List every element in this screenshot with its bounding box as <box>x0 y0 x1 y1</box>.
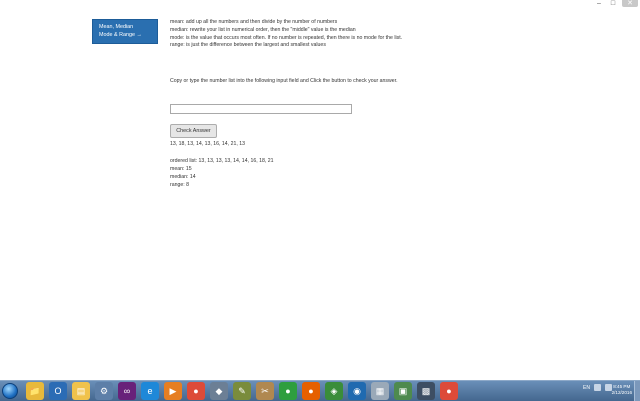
definitions: mean: add up all the numbers and then di… <box>170 19 470 50</box>
window-title-bar: – □ ✕ <box>0 0 640 10</box>
chrome-icon[interactable]: ● <box>187 382 205 400</box>
range-definition: range: is just the difference between th… <box>170 42 326 49</box>
terminal-icon[interactable]: ▣ <box>394 382 412 400</box>
close-icon[interactable]: ✕ <box>622 0 638 7</box>
outlook-icon[interactable]: O <box>49 382 67 400</box>
notepad-icon[interactable]: ▦ <box>371 382 389 400</box>
median-definition: median: rewrite your list in numerical o… <box>170 26 356 33</box>
taskbar-icons: 📁 O ▤ ⚙ ∞ e ▶ ● ◆ ✎ ✂ ● ● ◈ ◉ ▦ ▣ ▩ ● <box>26 382 458 400</box>
language-indicator[interactable]: EN <box>583 385 590 391</box>
minimize-icon[interactable]: – <box>594 0 604 7</box>
system-tray: EN <box>583 384 612 391</box>
range-result: range: 8 <box>170 182 190 188</box>
entered-numbers: 13, 18, 13, 14, 13, 16, 14, 21, 13 <box>170 141 245 147</box>
clock[interactable]: 8:45 PM 2/12/2016 <box>612 384 632 396</box>
nav-label-line1: Mean, Median <box>99 24 134 30</box>
mean-definition: mean: add up all the numbers and then di… <box>170 19 338 25</box>
maximize-icon[interactable]: □ <box>608 0 618 7</box>
chrome-icon-2[interactable]: ● <box>440 382 458 400</box>
ordered-list: ordered list: 13, 13, 13, 13, 14, 14, 16… <box>170 158 274 164</box>
arcgis-icon[interactable]: ◈ <box>325 382 343 400</box>
median-result: median: 14 <box>170 174 196 180</box>
tool-icon[interactable]: ✎ <box>233 382 251 400</box>
green-app-icon[interactable]: ● <box>279 382 297 400</box>
app-grid-icon[interactable]: ▩ <box>417 382 435 400</box>
globe-icon[interactable]: ◉ <box>348 382 366 400</box>
settings-icon[interactable]: ⚙ <box>95 382 113 400</box>
instructions: Copy or type the number list into the fo… <box>170 78 398 84</box>
check-answer-button[interactable]: Check Answer <box>170 124 217 138</box>
mean-result: mean: 15 <box>170 166 192 172</box>
folder-icon[interactable]: ▤ <box>72 382 90 400</box>
number-list-input[interactable] <box>170 104 352 114</box>
elephant-icon[interactable]: ◆ <box>210 382 228 400</box>
mode-definition: mode: is the value that occurs most ofte… <box>170 34 403 41</box>
network-icon[interactable] <box>594 384 601 391</box>
tools-icon[interactable]: ✂ <box>256 382 274 400</box>
taskbar: 📁 O ▤ ⚙ ∞ e ▶ ● ◆ ✎ ✂ ● ● ◈ ◉ ▦ ▣ ▩ ● EN 8:45 PM 2/12/2016 <box>0 380 640 401</box>
clock-date: 2/12/2016 <box>611 390 632 395</box>
window-controls: – □ ✕ <box>594 0 638 7</box>
start-button[interactable] <box>2 383 18 399</box>
media-player-icon[interactable]: ▶ <box>164 382 182 400</box>
windows-explorer-icon[interactable]: 📁 <box>26 382 44 400</box>
nav-label-line2: Mode & Range → <box>99 32 142 38</box>
nav-mean-median-mode-range[interactable]: Mean, Median Mode & Range → <box>92 19 158 44</box>
visual-studio-icon[interactable]: ∞ <box>118 382 136 400</box>
ie-icon[interactable]: e <box>141 382 159 400</box>
show-desktop-button[interactable] <box>634 381 640 401</box>
results: ordered list: 13, 13, 13, 13, 14, 14, 16… <box>170 157 274 189</box>
firefox-icon[interactable]: ● <box>302 382 320 400</box>
